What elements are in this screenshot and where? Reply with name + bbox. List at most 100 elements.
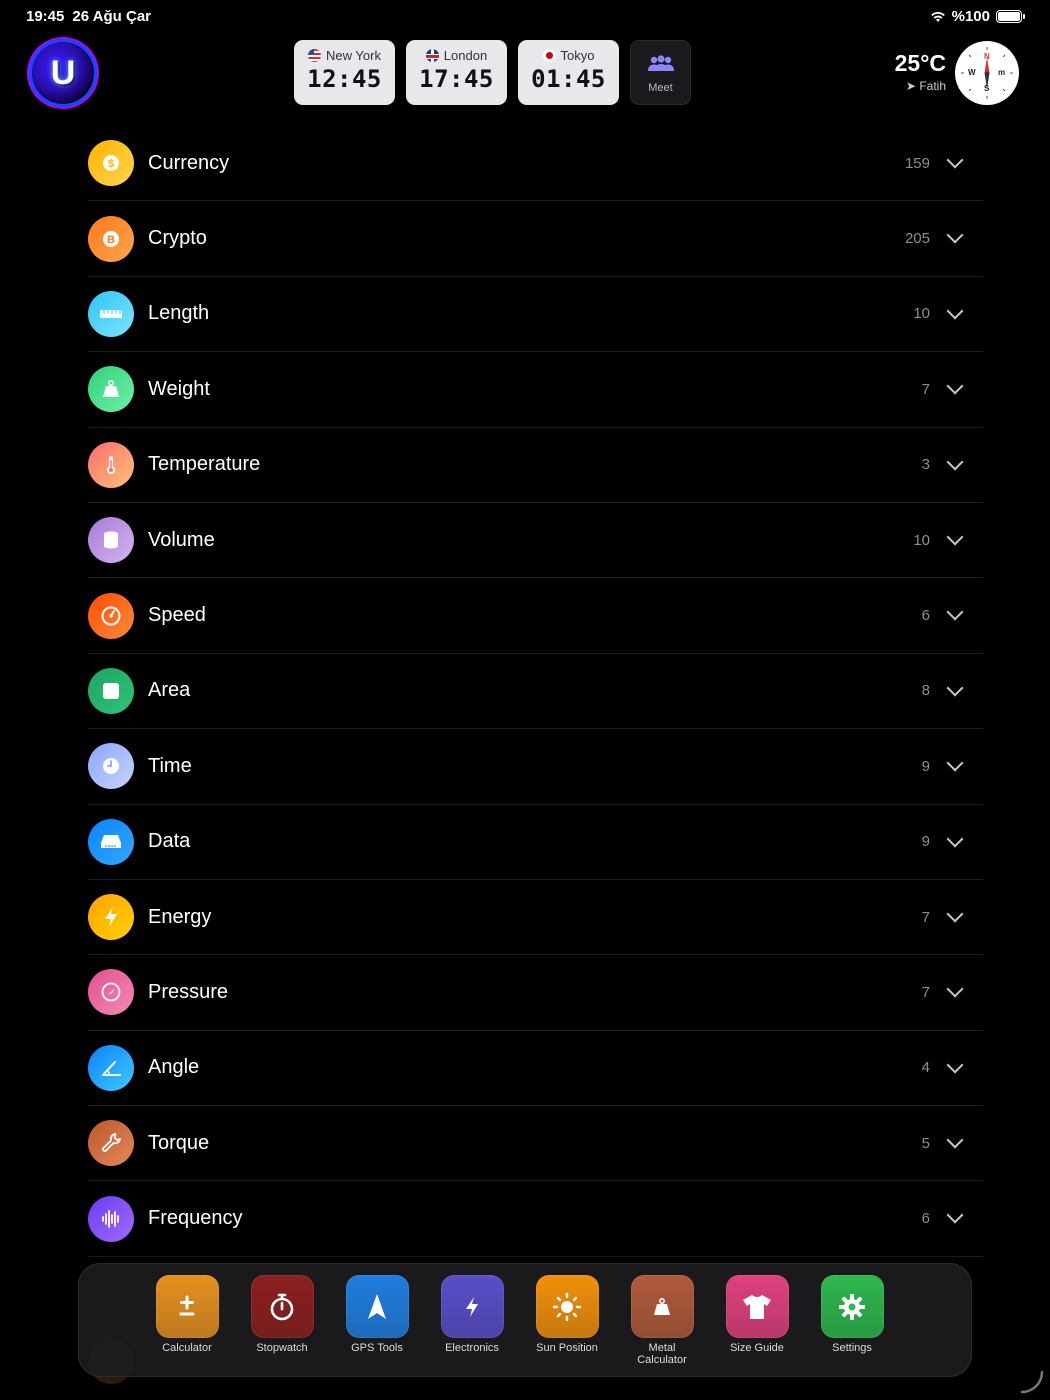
tshirt-icon[interactable] (725, 1275, 789, 1338)
weight-icon[interactable] (630, 1275, 694, 1338)
dock-item-size-guide[interactable]: Size Guide (725, 1275, 789, 1366)
dock-label: Settings (832, 1342, 872, 1354)
meet-label: Meet (648, 82, 673, 94)
compass-east: m (998, 68, 1006, 77)
meet-button[interactable]: Meet (630, 40, 691, 105)
speedometer-icon (88, 592, 134, 639)
category-row-volume[interactable]: Volume 10 (88, 503, 983, 579)
category-row-energy[interactable]: Energy 7 (88, 880, 983, 956)
clock-time: 12:45 (307, 65, 382, 93)
category-row-frequency[interactable]: Frequency 6 (88, 1181, 983, 1257)
compass-south: S (984, 84, 990, 93)
square-icon (88, 667, 134, 714)
category-row-crypto[interactable]: B Crypto 205 (88, 201, 983, 277)
dock-item-stopwatch[interactable]: Stopwatch (250, 1275, 314, 1366)
bitcoin-icon: B (88, 215, 134, 262)
category-label: Weight (148, 377, 210, 400)
category-label: Torque (148, 1131, 210, 1154)
unit-count: 3 (921, 456, 930, 474)
category-row-area[interactable]: Area 8 (88, 654, 983, 730)
clock-tokyo[interactable]: Tokyo 01:45 (518, 40, 619, 105)
dock-label: Electronics (445, 1342, 499, 1354)
stopwatch-icon[interactable] (250, 1275, 314, 1338)
category-label: Currency (148, 151, 230, 174)
dock-label: Metal Calculator (637, 1342, 687, 1366)
compass[interactable]: N S m W (955, 41, 1019, 105)
wrench-icon (88, 1120, 134, 1167)
dock-label: Calculator (162, 1342, 212, 1354)
clock-time: 17:45 (419, 65, 494, 93)
category-row-pressure[interactable]: Pressure 7 (88, 955, 983, 1031)
category-label: Speed (148, 604, 206, 627)
scroll-indicator-icon (1020, 1370, 1044, 1394)
jp-flag-icon (542, 49, 556, 62)
dock-item-metal-calculator[interactable]: Metal Calculator (630, 1275, 694, 1366)
category-label: Length (148, 302, 210, 325)
compass-west: W (968, 68, 976, 77)
unit-count: 4 (921, 1059, 930, 1077)
bolt-icon (88, 894, 134, 941)
uk-flag-icon (425, 49, 439, 62)
compass-icon (961, 47, 1013, 99)
dock-item-calculator[interactable]: Calculator (155, 1275, 219, 1366)
category-row-data[interactable]: Data 9 (88, 805, 983, 880)
temperature: 25°C (894, 50, 946, 76)
category-row-length[interactable]: Length 10 (88, 277, 983, 353)
navigation-arrow-icon[interactable] (345, 1275, 409, 1338)
category-row-speed[interactable]: Speed 6 (88, 578, 983, 654)
dock-item-gps-tools[interactable]: GPS Tools (345, 1275, 409, 1366)
category-row-temperature[interactable]: Temperature 3 (88, 428, 983, 503)
category-label: Temperature (148, 453, 261, 476)
people-icon (647, 55, 674, 71)
unit-count: 6 (921, 607, 930, 625)
category-row-weight[interactable]: Weight 7 (88, 352, 983, 428)
unit-count: 205 (904, 230, 930, 248)
clock-london[interactable]: London 17:45 (406, 40, 507, 105)
angle-icon (88, 1044, 134, 1091)
gear-icon[interactable] (820, 1275, 884, 1338)
app-logo[interactable]: U (32, 42, 94, 104)
svg-text:$: $ (108, 158, 114, 170)
category-row-angle[interactable]: Angle 4 (88, 1031, 983, 1107)
unit-count: 7 (921, 908, 930, 926)
unit-count: 159 (904, 154, 930, 172)
waveform-icon (88, 1195, 134, 1242)
category-label: Angle (148, 1056, 200, 1079)
us-flag-icon (308, 49, 322, 62)
unit-count: 7 (921, 983, 930, 1001)
category-row-time[interactable]: Time 9 (88, 729, 983, 805)
dollar-icon: $ (88, 140, 134, 187)
ruler-icon (88, 290, 134, 337)
dock-item-electronics[interactable]: Electronics (440, 1275, 504, 1366)
unit-count: 9 (921, 757, 930, 775)
plus-minus-icon[interactable] (155, 1275, 219, 1338)
thermometer-icon (88, 441, 134, 488)
dock-item-sun-position[interactable]: Sun Position (535, 1275, 599, 1366)
category-label: Frequency (148, 1207, 243, 1230)
unit-count: 6 (921, 1210, 930, 1228)
location-name: Fatih (919, 79, 946, 93)
dock-item-settings[interactable]: Settings (820, 1275, 884, 1366)
status-time: 19:45 (26, 8, 65, 25)
clock-icon (88, 743, 134, 790)
category-row-currency[interactable]: $ Currency 159 (88, 126, 983, 202)
world-clocks: New York 12:45 London 17:45 Tokyo 01:45 … (294, 40, 691, 105)
clock-new-york[interactable]: New York 12:45 (294, 40, 395, 105)
gauge-icon (88, 969, 134, 1016)
unit-count: 7 (921, 380, 930, 398)
weight-icon (88, 366, 134, 413)
cylinder-icon (88, 517, 134, 564)
clock-city: Tokyo (560, 48, 595, 63)
sun-icon[interactable] (535, 1275, 599, 1338)
status-datetime: 19:45 26 Ağu Çar (26, 8, 151, 25)
category-label: Data (148, 830, 191, 853)
clock-time: 01:45 (531, 65, 606, 93)
unit-count: 9 (921, 833, 930, 851)
category-row-torque[interactable]: Torque 5 (88, 1106, 983, 1182)
bolt-icon[interactable] (440, 1275, 504, 1338)
dock-label: Size Guide (730, 1342, 784, 1354)
clock-city: London (443, 48, 488, 63)
category-label: Time (148, 754, 192, 777)
weather-widget[interactable]: 25°C ➤ Fatih (880, 50, 946, 93)
category-label: Energy (148, 905, 212, 928)
